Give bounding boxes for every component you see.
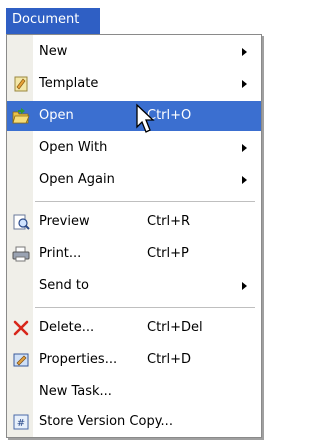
open-folder-icon [12,108,30,124]
menu-separator [35,201,255,202]
menu-item-shortcut: Ctrl+D [147,352,192,367]
version-icon: # [13,414,29,430]
menu-item-shortcut: Ctrl+R [147,214,191,229]
svg-text:#: # [17,418,25,429]
menu-item-new-task[interactable]: New Task... [7,377,261,407]
menu-item-label: New Task... [39,384,112,399]
menu-item-label: Template [39,76,99,91]
menu-item-delete[interactable]: Delete... Ctrl+Del [7,313,261,343]
menu-item-label: Print... [39,246,82,261]
menu-item-properties[interactable]: Properties... Ctrl+D [7,345,261,375]
menu-item-label: New [39,44,68,59]
template-icon [14,76,28,92]
submenu-arrow-icon [242,80,247,88]
mouse-pointer-icon [136,103,155,133]
menu-item-open[interactable]: Open Ctrl+O [7,101,261,133]
menu-item-preview[interactable]: Preview Ctrl+R [7,207,261,237]
menu-item-store-version-copy[interactable]: # Store Version Copy... [7,407,261,437]
menu-item-shortcut: Ctrl+P [147,246,189,261]
menubar-document-label: Document [12,12,80,27]
menu-item-shortcut: Ctrl+Del [147,320,203,335]
submenu-arrow-icon [242,144,247,152]
properties-icon [13,353,29,367]
menu-item-open-with[interactable]: Open With [7,133,261,163]
menu-item-open-again[interactable]: Open Again [7,165,261,195]
menu-item-label: Open With [39,140,108,155]
printer-icon [12,246,30,262]
menu-item-print[interactable]: Print... Ctrl+P [7,239,261,269]
menu-item-label: Preview [39,214,90,229]
menu-item-label: Store Version Copy... [39,414,173,429]
preview-icon [13,214,30,230]
menu-item-label: Properties... [39,352,118,367]
submenu-arrow-icon [242,176,247,184]
menu-separator [35,307,255,308]
submenu-arrow-icon [242,48,247,56]
menu-item-send-to[interactable]: Send to [7,271,261,301]
submenu-arrow-icon [242,282,247,290]
menu-item-new[interactable]: New [7,37,261,67]
menubar-document[interactable]: Document [6,8,100,34]
menu-item-label: Delete... [39,320,95,335]
menu-item-template[interactable]: Template [7,69,261,99]
menu-item-label: Open [39,108,74,123]
delete-x-icon [13,320,29,336]
menu-item-label: Open Again [39,172,115,187]
document-menu: New Template Open Ctrl+O Open With Open … [6,34,262,438]
menu-item-label: Send to [39,278,89,293]
